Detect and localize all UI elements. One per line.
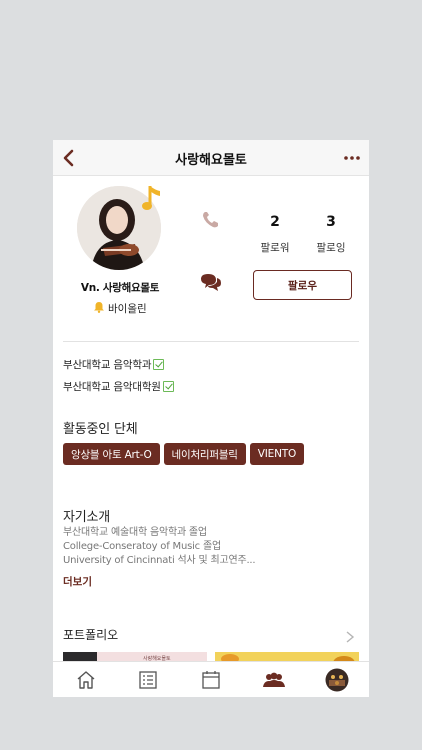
following-stat[interactable]: 3 팔로잉 (301, 214, 361, 255)
home-icon[interactable] (74, 668, 98, 692)
intro-title: 자기소개 (63, 510, 111, 525)
list-icon[interactable] (136, 668, 160, 692)
following-label: 팔로잉 (316, 242, 346, 254)
instrument-tag: 바이올린 (93, 301, 147, 316)
back-icon[interactable] (59, 148, 79, 168)
portfolio-title: 포트폴리오 (63, 628, 119, 642)
education-label: 부산대학교 음악학과 (63, 359, 152, 371)
call-icon[interactable] (201, 210, 221, 230)
education-item: 부산대학교 음악학과 (63, 357, 165, 372)
education-label: 부산대학교 음악대학원 (63, 381, 161, 393)
page-title: 사랑해요몰토 (175, 153, 247, 168)
more-link[interactable]: 더보기 (63, 574, 92, 589)
followers-label: 팔로워 (260, 242, 290, 254)
intro-line: 부산대학교 예술대학 음악학과 졸업 (63, 527, 207, 538)
groups-list: 앙상블 아토 Art-O 네이처리퍼블릭 VIENTO (63, 443, 363, 465)
people-icon[interactable] (262, 668, 286, 692)
verified-check-icon (162, 381, 174, 392)
top-nav-bar: 사랑해요몰토 (53, 140, 369, 176)
intro-text: 부산대학교 예술대학 음악학과 졸업 College-Conseratoy of… (63, 526, 359, 568)
profile-name: Vn. 사랑해요몰토 (80, 282, 160, 294)
bell-icon (93, 301, 105, 316)
followers-stat[interactable]: 2 팔로워 (245, 214, 305, 255)
verified-check-icon (153, 359, 165, 370)
groups-title: 활동중인 단체 (63, 422, 138, 437)
intro-line: College-Conseratoy of Music 졸업 (63, 541, 221, 552)
following-count: 3 (326, 214, 336, 230)
profile-avatar-tab[interactable] (325, 668, 349, 692)
bottom-tab-bar (53, 661, 369, 697)
music-note-icon (141, 184, 163, 214)
instrument-label: 바이올린 (108, 303, 147, 315)
app-screen: 사랑해요몰토 2 팔로워 3 팔로잉 팔로우 Vn. 사랑해요몰토 바이올린 부… (53, 140, 369, 697)
followers-count: 2 (270, 214, 280, 230)
group-chip[interactable]: 앙상블 아토 Art-O (63, 443, 160, 465)
chat-icon[interactable] (199, 272, 223, 294)
section-divider (63, 341, 359, 342)
calendar-icon[interactable] (199, 668, 223, 692)
more-options-icon[interactable] (343, 150, 361, 164)
follow-button[interactable]: 팔로우 (253, 270, 352, 300)
education-item: 부산대학교 음악대학원 (63, 379, 174, 394)
intro-line: University of Cincinnati 석사 및 최고연주... (63, 555, 256, 566)
group-chip[interactable]: VIENTO (249, 443, 305, 465)
group-chip[interactable]: 네이처리퍼블릭 (163, 443, 246, 465)
chevron-right-icon[interactable] (345, 628, 355, 643)
